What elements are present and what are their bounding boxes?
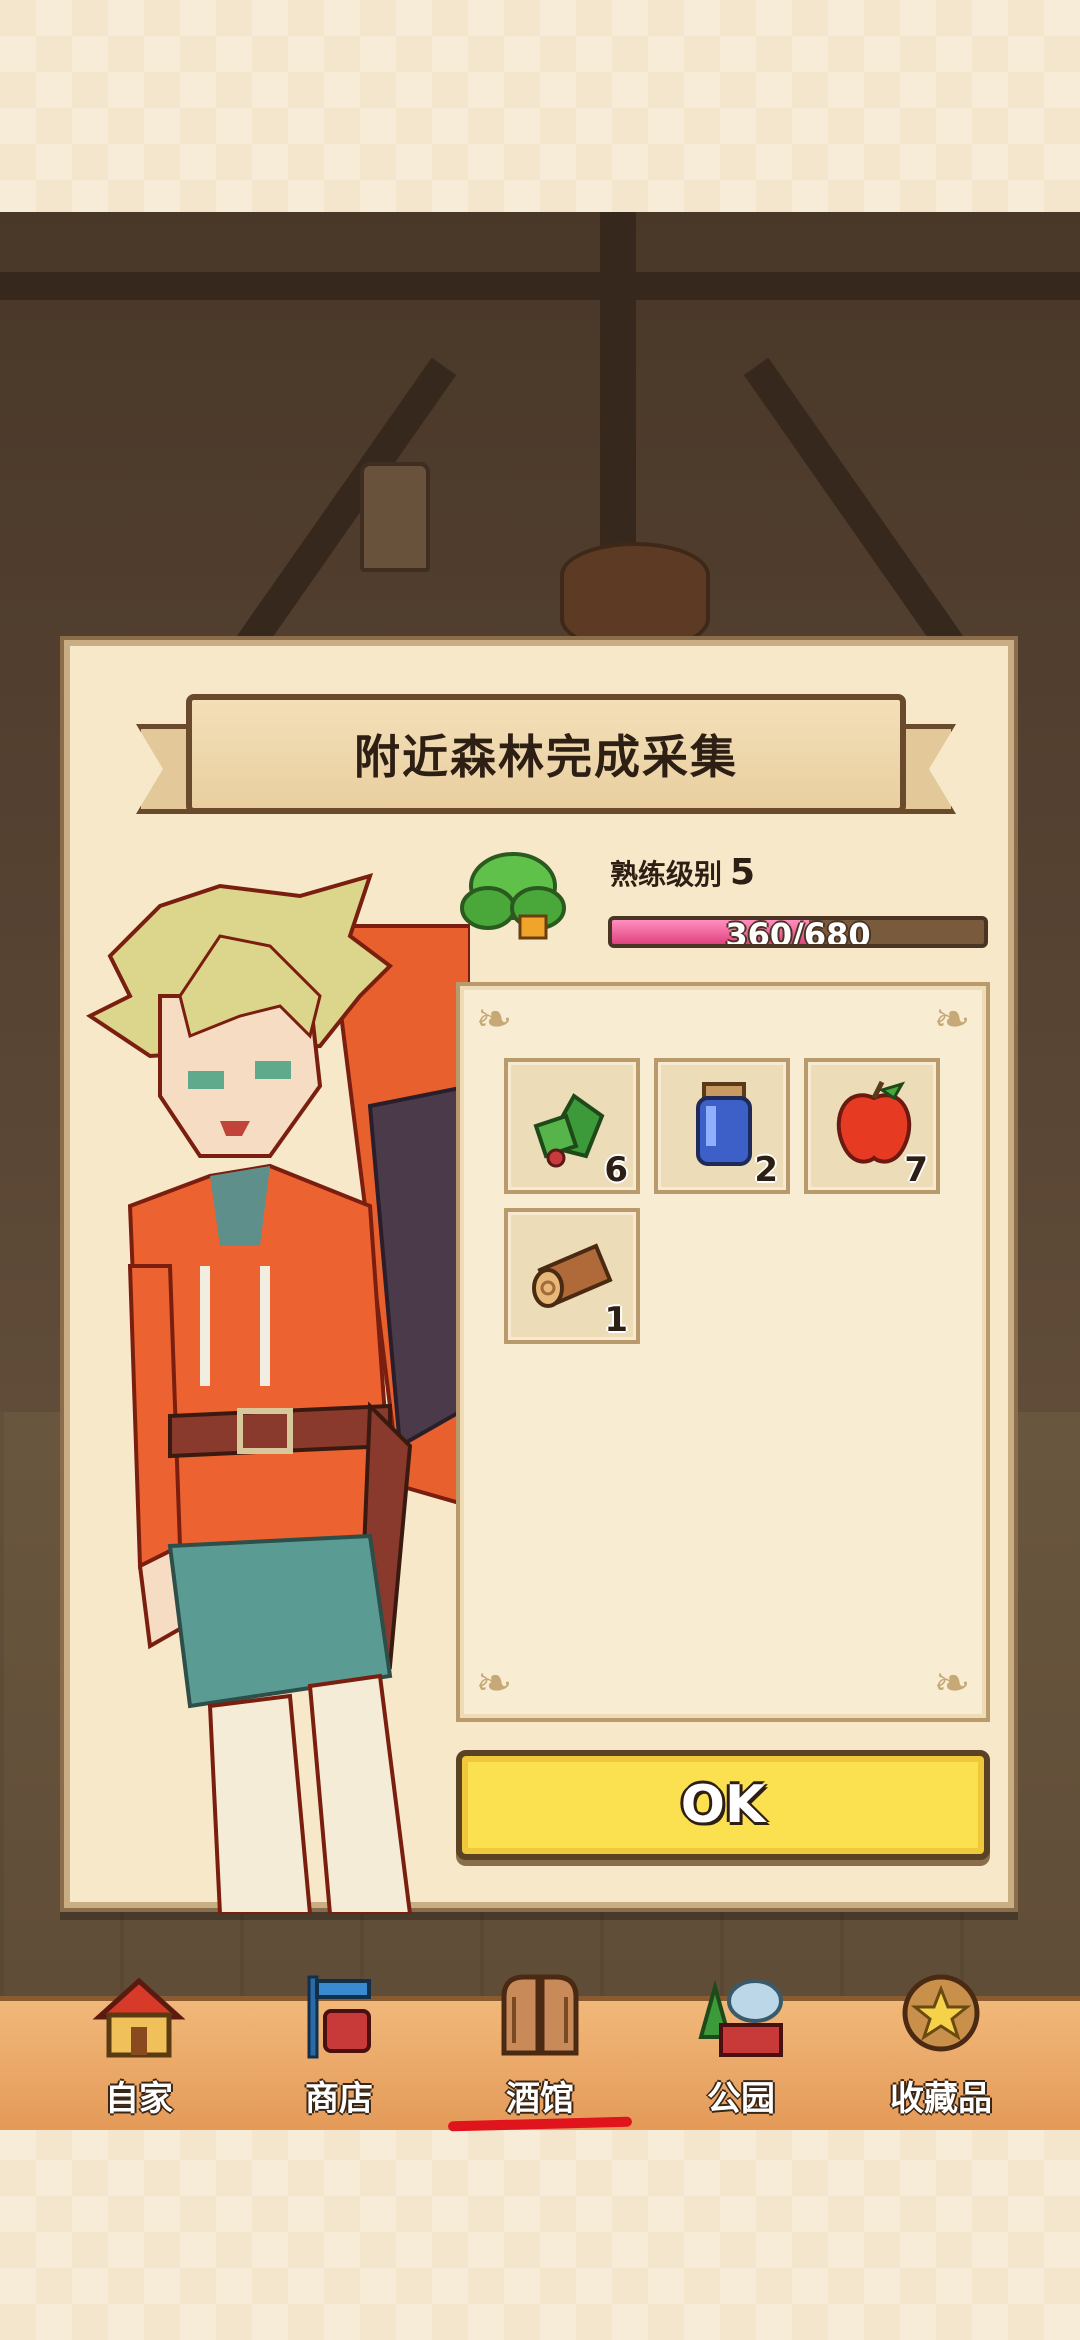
nav-item-home[interactable]: 自家 bbox=[64, 1967, 214, 2135]
collection-medal-icon bbox=[902, 1974, 980, 2052]
xp-progress-bar: 360/680 bbox=[608, 916, 988, 948]
home-icon bbox=[92, 1977, 186, 2058]
skill-level-label: 熟练级别 bbox=[610, 858, 723, 891]
park-icon bbox=[698, 1979, 783, 2057]
reward-count: 1 bbox=[604, 1300, 628, 1340]
tavern-icon bbox=[501, 1974, 579, 2056]
skill-level-value: 5 bbox=[730, 852, 756, 893]
ok-button-label: OK bbox=[680, 1775, 766, 1835]
forest-skill-icon bbox=[458, 846, 568, 946]
nav-label-tavern: 酒馆 bbox=[506, 2079, 574, 2119]
gather-complete-dialog: 附近森林完成采集 熟练级别 5 360/680 ❧ ❧ ❧ ❧ 6 2 7 1 … bbox=[64, 640, 1014, 1914]
nav-item-shop[interactable]: 商店 bbox=[264, 1967, 414, 2135]
reward-slot[interactable]: 1 bbox=[504, 1208, 640, 1344]
dialog-title: 附近森林完成采集 bbox=[354, 730, 738, 784]
character-portrait bbox=[70, 846, 470, 1914]
rewards-panel: ❧ ❧ ❧ ❧ 6 2 7 1 bbox=[456, 982, 990, 1722]
ribbon-banner: 附近森林完成采集 bbox=[186, 694, 906, 814]
nav-item-collection[interactable]: 收藏品 bbox=[866, 1967, 1016, 2135]
corner-ornament: ❧ bbox=[475, 1658, 513, 1709]
reward-count: 2 bbox=[754, 1150, 778, 1190]
bottom-nav: 自家 商店 酒馆 公园 收藏品 bbox=[0, 1974, 1080, 2132]
corner-ornament: ❧ bbox=[475, 994, 513, 1045]
nav-item-tavern[interactable]: 酒馆 bbox=[465, 1967, 615, 2135]
nav-label-park: 公园 bbox=[707, 2079, 775, 2119]
ok-button[interactable]: OK bbox=[456, 1750, 990, 1860]
reward-slot[interactable]: 6 bbox=[504, 1058, 640, 1194]
title-ribbon: 附近森林完成采集 bbox=[136, 694, 956, 814]
corner-ornament: ❧ bbox=[933, 994, 971, 1045]
reward-count: 7 bbox=[904, 1150, 928, 1190]
reward-slot[interactable]: 2 bbox=[654, 1058, 790, 1194]
shop-icon bbox=[307, 1975, 371, 2059]
nav-label-home: 自家 bbox=[105, 2079, 173, 2119]
xp-progress-text: 360/680 bbox=[725, 916, 871, 948]
reward-slot[interactable]: 7 bbox=[804, 1058, 940, 1194]
reward-grid: 6 2 7 1 bbox=[504, 1058, 940, 1344]
corner-ornament: ❧ bbox=[933, 1658, 971, 1709]
skill-level: 熟练级别 5 bbox=[610, 852, 755, 893]
nav-label-collection: 收藏品 bbox=[890, 2079, 992, 2119]
nav-label-shop: 商店 bbox=[305, 2079, 373, 2119]
nav-item-park[interactable]: 公园 bbox=[666, 1967, 816, 2135]
reward-count: 6 bbox=[604, 1150, 628, 1190]
